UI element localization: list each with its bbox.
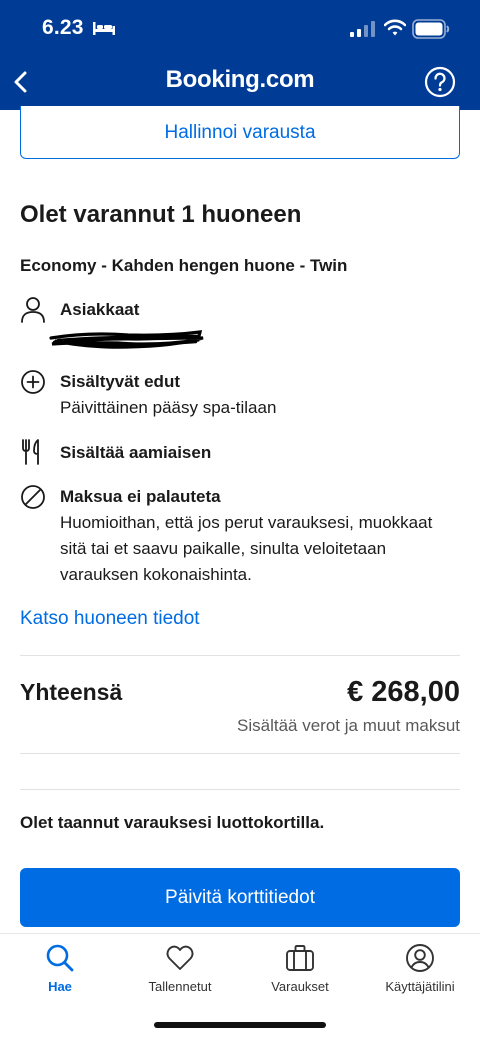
booking-summary-title: Olet varannut 1 huoneen (20, 201, 302, 228)
signal-icon (350, 21, 375, 37)
tab-label-account: Käyttäjätilini (385, 979, 455, 994)
room-name: Economy - Kahden hengen huone - Twin (20, 256, 348, 275)
suitcase-icon (286, 945, 314, 971)
bed-icon (93, 22, 115, 35)
status-bar: 6.23 (0, 0, 480, 56)
plus-circle-icon (21, 370, 45, 394)
app-header: Booking.com (0, 56, 480, 110)
divider (20, 655, 460, 656)
help-icon[interactable] (424, 66, 456, 98)
person-icon (21, 297, 45, 323)
search-icon (46, 944, 74, 972)
tab-label-bookings: Varaukset (271, 979, 329, 994)
redacted-guest-name (49, 330, 204, 349)
room-details-link[interactable]: Katso huoneen tiedot (20, 608, 200, 630)
benefits-title: Sisältyvät edut (60, 372, 180, 391)
tab-account[interactable]: Käyttäjätilini (360, 934, 480, 1004)
status-time: 6.23 (42, 16, 84, 39)
total-note: Sisältää verot ja muut maksut (237, 716, 460, 735)
manage-booking-button[interactable]: Hallinnoi varausta (20, 106, 460, 159)
benefits-text: Päivittäinen pääsy spa-tilaan (60, 398, 277, 417)
divider (20, 789, 460, 790)
refund-text: Huomioithan, että jos perut varauksesi, … (60, 513, 433, 584)
divider (20, 753, 460, 754)
tab-bar: Hae Tallennetut Varaukset Käyttäjätilini (0, 933, 480, 1037)
total-label: Yhteensä (20, 679, 123, 705)
cutlery-icon (22, 439, 39, 465)
guests-title: Asiakkaat (60, 300, 140, 319)
refund-title: Maksua ei palauteta (60, 487, 221, 506)
tab-search[interactable]: Hae (0, 934, 120, 1004)
wifi-icon (384, 19, 406, 36)
tab-bookings[interactable]: Varaukset (240, 934, 360, 1004)
battery-icon (412, 19, 450, 39)
home-indicator (154, 1022, 326, 1028)
tab-label-saved: Tallennetut (148, 979, 212, 994)
app-title: Booking.com (165, 66, 315, 93)
update-card-button[interactable]: Päivitä korttitiedot (20, 868, 460, 927)
tab-saved[interactable]: Tallennetut (120, 934, 240, 1004)
card-guarantee-text: Olet taannut varauksesi luottokortilla. (20, 813, 325, 832)
no-entry-icon (21, 485, 45, 509)
tab-label-search: Hae (48, 979, 72, 994)
account-icon (406, 944, 434, 972)
total-amount: € 268,00 (347, 676, 460, 708)
breakfast-title: Sisältää aamiaisen (60, 443, 212, 462)
heart-icon (166, 945, 194, 970)
